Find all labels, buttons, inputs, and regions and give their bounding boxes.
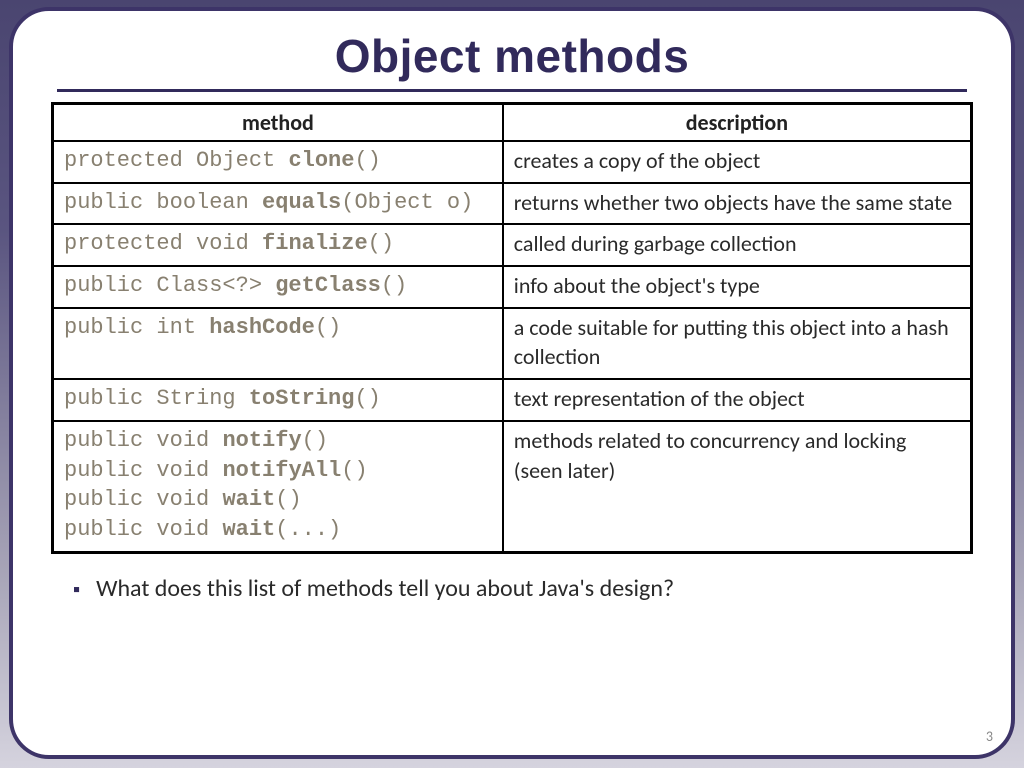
signature-suffix: () (275, 487, 301, 512)
method-signature: public void wait(...) (64, 515, 492, 545)
signature-suffix: () (302, 428, 328, 453)
signature-suffix: () (315, 315, 341, 340)
method-description-cell: called during garbage collection (503, 224, 972, 266)
signature-suffix: () (368, 231, 394, 256)
method-signature: protected Object clone() (64, 146, 492, 176)
method-name: toString (249, 386, 355, 411)
method-signature: public int hashCode() (64, 313, 492, 343)
method-signature-cell: public Class<?> getClass() (53, 266, 503, 308)
signature-prefix: public void (64, 458, 222, 483)
signature-suffix: () (381, 273, 407, 298)
signature-prefix: public void (64, 428, 222, 453)
method-description-cell: text representation of the object (503, 379, 972, 421)
method-signature-cell: public boolean equals(Object o) (53, 183, 503, 225)
method-signature-cell: public String toString() (53, 379, 503, 421)
header-description: description (503, 104, 972, 142)
signature-suffix: () (354, 386, 380, 411)
method-signature: public String toString() (64, 384, 492, 414)
method-signature: protected void finalize() (64, 229, 492, 259)
method-signature: public boolean equals(Object o) (64, 188, 492, 218)
header-method: method (53, 104, 503, 142)
method-description-cell: a code suitable for putting this object … (503, 308, 972, 379)
signature-prefix: public int (64, 315, 209, 340)
method-signature-cell: public int hashCode() (53, 308, 503, 379)
signature-prefix: public boolean (64, 190, 262, 215)
signature-prefix: public Class<?> (64, 273, 275, 298)
signature-prefix: public String (64, 386, 249, 411)
slide-title: Object methods (51, 29, 973, 83)
signature-suffix: (Object o) (341, 190, 473, 215)
signature-prefix: public void (64, 517, 222, 542)
discussion-question: ▪ What does this list of methods tell yo… (73, 574, 973, 606)
page-number: 3 (986, 728, 993, 745)
signature-suffix: () (341, 458, 367, 483)
method-name: hashCode (209, 315, 315, 340)
method-name: equals (262, 190, 341, 215)
method-signature: public void notifyAll() (64, 456, 492, 486)
table-row: protected Object clone() creates a copy o… (53, 141, 972, 183)
signature-prefix: protected void (64, 231, 262, 256)
table-row: protected void finalize() called during g… (53, 224, 972, 266)
signature-suffix: () (354, 148, 380, 173)
table-row: public boolean equals(Object o) returns w… (53, 183, 972, 225)
slide-frame: Object methods method description protec… (9, 7, 1015, 759)
method-signature: public void wait() (64, 485, 492, 515)
table-row: public int hashCode() a code suitable for… (53, 308, 972, 379)
bullet-icon: ▪ (73, 574, 80, 606)
method-name: notify (222, 428, 301, 453)
method-description-cell: creates a copy of the object (503, 141, 972, 183)
method-name: wait (222, 517, 275, 542)
method-name: finalize (262, 231, 368, 256)
method-name: wait (222, 487, 275, 512)
method-name: getClass (275, 273, 381, 298)
method-name: clone (288, 148, 354, 173)
method-signature-cell: protected Object clone() (53, 141, 503, 183)
table-row: public Class<?> getClass() info about the… (53, 266, 972, 308)
method-signature-cell: protected void finalize() (53, 224, 503, 266)
signature-prefix: protected Object (64, 148, 288, 173)
method-description-cell: methods related to concurrency and locki… (503, 421, 972, 552)
table-row: public String toString() text representat… (53, 379, 972, 421)
title-rule (57, 89, 967, 92)
methods-table: method description protected Object clon… (51, 102, 973, 554)
signature-prefix: public void (64, 487, 222, 512)
signature-suffix: (...) (275, 517, 341, 542)
question-text: What does this list of methods tell you … (96, 574, 674, 603)
method-signature: public Class<?> getClass() (64, 271, 492, 301)
table-header-row: method description (53, 104, 972, 142)
method-name: notifyAll (222, 458, 341, 483)
method-description-cell: returns whether two objects have the sam… (503, 183, 972, 225)
table-row: public void notify()public void notifyAl… (53, 421, 972, 552)
method-signature-cell: public void notify()public void notifyAl… (53, 421, 503, 552)
method-description-cell: info about the object's type (503, 266, 972, 308)
method-signature: public void notify() (64, 426, 492, 456)
